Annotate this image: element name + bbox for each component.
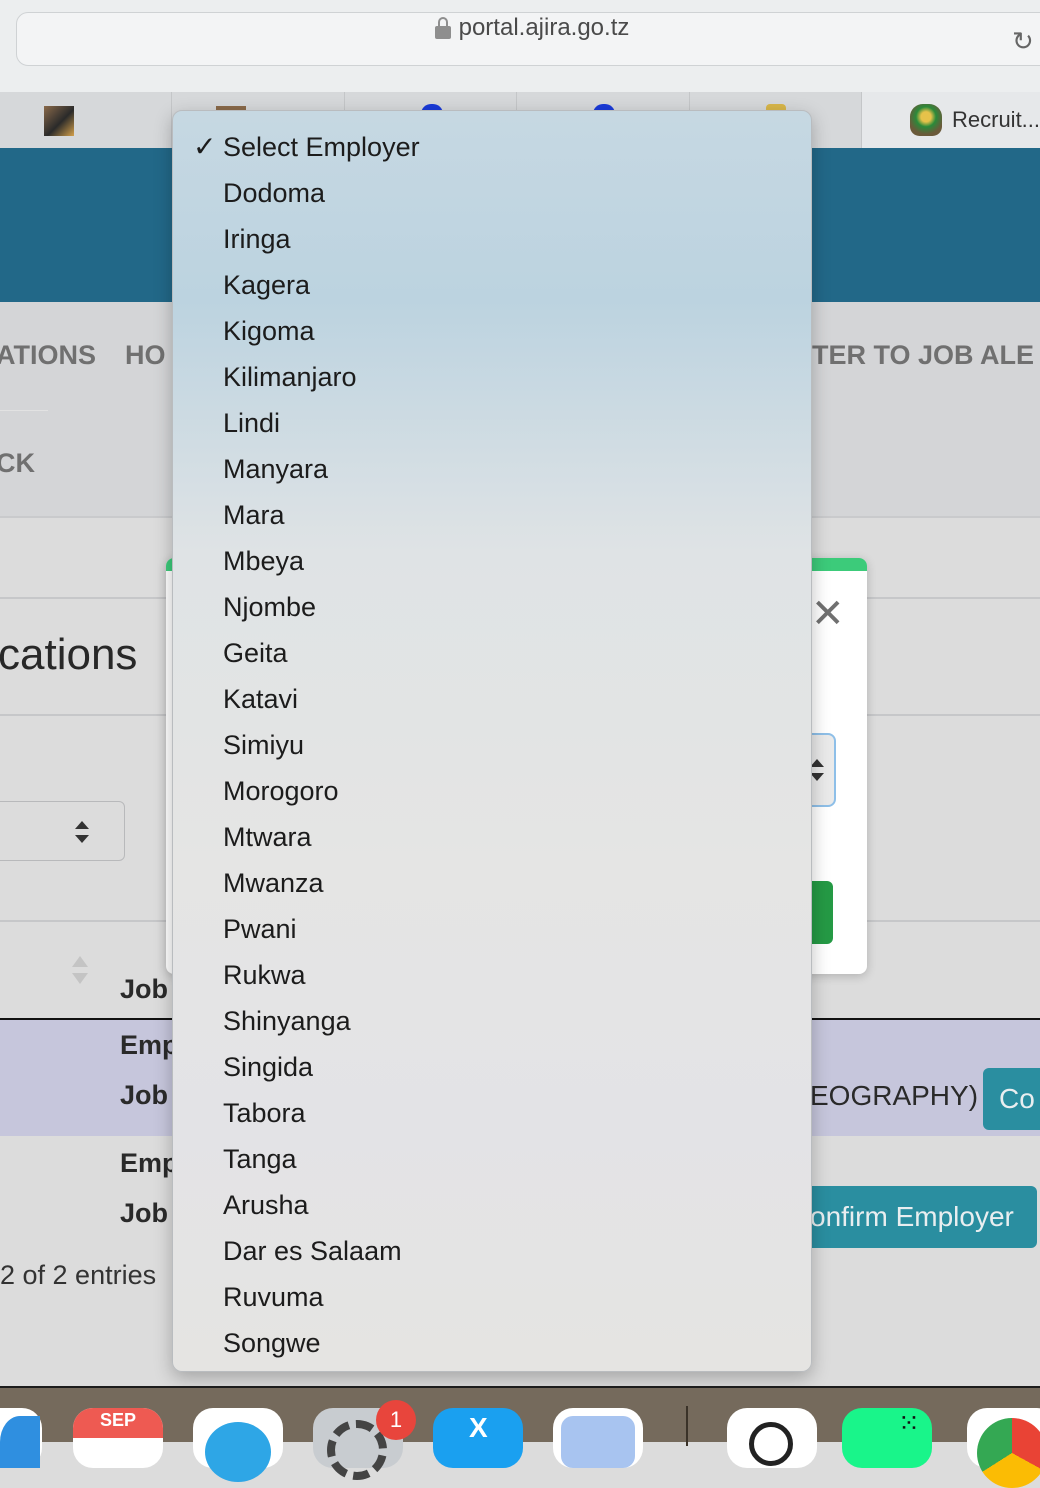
reload-icon[interactable]: ↻ — [1012, 28, 1034, 54]
dropdown-option-label: Geita — [223, 638, 288, 668]
dropdown-option[interactable]: Mtwara — [173, 814, 811, 860]
dropdown-option[interactable]: Mwanza — [173, 860, 811, 906]
table-header-job[interactable]: Job — [120, 974, 168, 1005]
row-job-label: Job — [120, 1198, 169, 1228]
dropdown-option-label: Singida — [223, 1052, 314, 1082]
url-text: portal.ajira.go.tz — [458, 14, 630, 41]
folder-icon[interactable] — [553, 1408, 643, 1468]
dropdown-option-label: Mbeya — [223, 546, 305, 576]
dropdown-option-label: Iringa — [223, 224, 291, 254]
dropdown-option-label: Katavi — [223, 684, 299, 714]
macos-dock: SEP 1 X ⁙ — [0, 1386, 1040, 1488]
dropdown-option[interactable]: Iringa — [173, 216, 811, 262]
dock-separator — [686, 1406, 688, 1446]
dropdown-option[interactable]: Shinyanga — [173, 998, 811, 1044]
dropdown-option[interactable]: ✓ Select Employer — [173, 124, 811, 170]
dropdown-option-label: Mtwara — [223, 822, 312, 852]
telegram-icon[interactable] — [193, 1408, 283, 1482]
chrome-icon[interactable] — [967, 1408, 1040, 1488]
dropdown-option-label: Morogoro — [223, 776, 339, 806]
nav-item-register-job-alerts[interactable]: TER TO JOB ALE — [812, 340, 1034, 371]
browser-tab-active[interactable]: Recruit... — [862, 92, 1040, 148]
dropdown-option-label: Songwe — [223, 1328, 321, 1358]
photo-favicon-icon — [44, 106, 74, 136]
dropdown-option-label: Dodoma — [223, 178, 326, 208]
employer-dropdown-menu: ✓ Select Employer Dodoma Iringa Kagera Kigoma… — [172, 110, 812, 1372]
safari-icon[interactable] — [0, 1408, 42, 1468]
sort-icon[interactable] — [72, 956, 88, 984]
dropdown-option[interactable]: Mbeya — [173, 538, 811, 584]
dropdown-option[interactable]: Kilimanjaro — [173, 354, 811, 400]
dropdown-option[interactable]: Ruvuma — [173, 1274, 811, 1320]
game-app-icon[interactable]: ⁙ — [842, 1408, 932, 1468]
dropdown-option-label: Kigoma — [223, 316, 315, 346]
dropdown-option[interactable]: Katavi — [173, 676, 811, 722]
dropdown-option[interactable]: Tanga — [173, 1136, 811, 1182]
dropdown-option[interactable]: Simiyu — [173, 722, 811, 768]
checkmark-icon: ✓ — [193, 131, 217, 162]
dropdown-option-label: Lindi — [223, 408, 281, 438]
select-arrows-icon — [810, 759, 824, 781]
dropdown-option-label: Dar es Salaam — [223, 1236, 402, 1266]
dropdown-option-label: Tanga — [223, 1144, 297, 1174]
dropdown-option[interactable]: Singida — [173, 1044, 811, 1090]
dropdown-option[interactable]: Morogoro — [173, 768, 811, 814]
row-employer-label: Emp — [120, 1030, 179, 1060]
lock-icon — [434, 17, 451, 39]
dropdown-option[interactable]: Kagera — [173, 262, 811, 308]
dropdown-option[interactable]: Njombe — [173, 584, 811, 630]
chatgpt-icon[interactable] — [727, 1408, 817, 1468]
nav-divider — [0, 410, 48, 411]
dropdown-option[interactable]: Tabora — [173, 1090, 811, 1136]
dropdown-option[interactable]: Dar es Salaam — [173, 1228, 811, 1274]
dropdown-option[interactable]: Geita — [173, 630, 811, 676]
dropdown-option[interactable]: Manyara — [173, 446, 811, 492]
entries-info: 2 of 2 entries — [0, 1260, 157, 1290]
dropdown-option[interactable]: Mara — [173, 492, 811, 538]
dropdown-option-label: Pwani — [223, 914, 297, 944]
entries-length-select[interactable] — [0, 801, 125, 861]
dropdown-option-label: Mara — [223, 500, 285, 530]
dropdown-option-label: Njombe — [223, 592, 317, 622]
row-job-value: EOGRAPHY) — [810, 1080, 979, 1111]
dropdown-option-label: Arusha — [223, 1190, 309, 1220]
notification-badge: 1 — [376, 1400, 416, 1440]
nav-item-home[interactable]: HO — [125, 340, 166, 371]
dropdown-option-label: Manyara — [223, 454, 329, 484]
nav-item-back[interactable]: CK — [0, 448, 35, 479]
calendar-month: SEP — [99, 1410, 137, 1430]
select-arrows-icon — [75, 821, 89, 843]
dropdown-option[interactable]: Pwani — [173, 906, 811, 952]
dropdown-option-label: Simiyu — [223, 730, 305, 760]
dropdown-option-label: Rukwa — [223, 960, 306, 990]
tanzania-crest-icon — [910, 104, 942, 136]
dropdown-option-label: Kagera — [223, 270, 311, 300]
xcode-icon[interactable]: X — [433, 1408, 523, 1468]
dropdown-option[interactable]: Kigoma — [173, 308, 811, 354]
tab-title: Recruit... — [952, 107, 1040, 132]
dropdown-option[interactable]: Lindi — [173, 400, 811, 446]
browser-toolbar: portal.ajira.go.tz ↻ — [0, 0, 1040, 92]
row-job-label: Job — [120, 1080, 169, 1110]
dropdown-options: ✓ Select Employer Dodoma Iringa Kagera Kigoma… — [173, 124, 811, 1366]
dropdown-option-label: Select Employer — [223, 132, 420, 162]
nav-item-applications[interactable]: ATIONS — [0, 340, 96, 371]
close-icon[interactable]: ✕ — [811, 594, 845, 634]
dropdown-option[interactable]: Dodoma — [173, 170, 811, 216]
row-employer-label: Emp — [120, 1148, 179, 1178]
confirm-employer-button[interactable]: Co — [983, 1068, 1040, 1130]
browser-tab[interactable] — [0, 92, 173, 148]
calendar-icon[interactable]: SEP — [73, 1408, 163, 1468]
dropdown-option[interactable]: Rukwa — [173, 952, 811, 998]
dropdown-option-label: Shinyanga — [223, 1006, 351, 1036]
dropdown-option-label: Tabora — [223, 1098, 306, 1128]
dropdown-option[interactable]: Arusha — [173, 1182, 811, 1228]
dropdown-option-label: Mwanza — [223, 868, 324, 898]
dropdown-option[interactable]: Songwe — [173, 1320, 811, 1366]
confirm-employer-button[interactable]: onfirm Employer — [790, 1186, 1037, 1248]
dropdown-option-label: Ruvuma — [223, 1282, 324, 1312]
dropdown-option-label: Kilimanjaro — [223, 362, 357, 392]
